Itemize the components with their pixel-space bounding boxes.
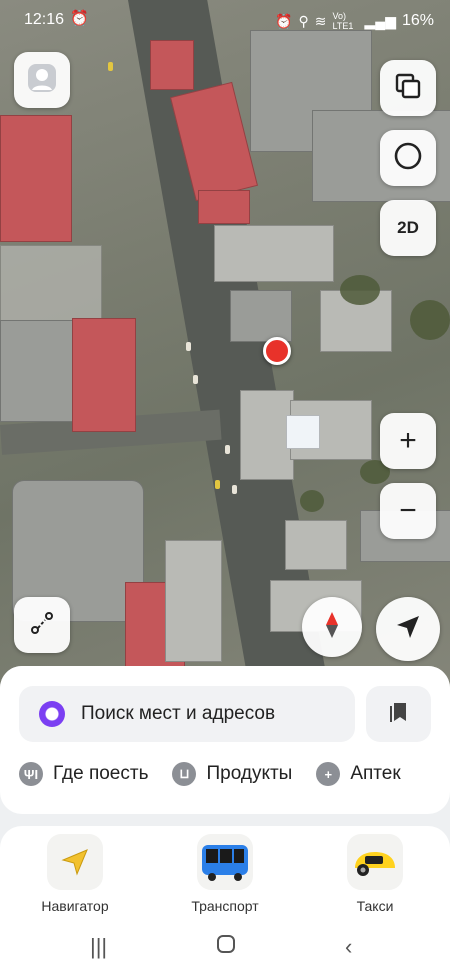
car xyxy=(193,375,198,384)
category-label: Продукты xyxy=(206,763,293,784)
plus-icon: + xyxy=(399,424,417,457)
map-mode-2d-button[interactable]: 2D xyxy=(380,200,436,256)
category-label: Где поесть xyxy=(53,763,149,784)
clock: 12:16 xyxy=(24,11,65,28)
category-food[interactable]: ΨI Где поесть xyxy=(19,762,148,786)
tree xyxy=(340,275,380,305)
status-bar: 12:16 ⏰ ⏰ ⚲ ≋ Vo) LTE1 ▂▄▆ 16% xyxy=(0,0,450,40)
app-transport[interactable]: Транспорт xyxy=(165,834,285,914)
zoom-out-button[interactable]: − xyxy=(380,483,436,539)
location-icon: ⚲ xyxy=(298,12,309,29)
back-icon[interactable]: ‹ xyxy=(345,934,352,960)
car xyxy=(225,445,230,454)
building-white-roof xyxy=(286,415,320,449)
app-label: Навигатор xyxy=(41,898,109,914)
category-label: Аптек xyxy=(350,763,401,784)
status-icons: ⏰ ⚲ ≋ Vo) LTE1 ▂▄▆ 16% xyxy=(275,11,434,31)
bus-icon xyxy=(197,834,253,890)
search-panel: Поиск мест и адресов ΨI Где поесть ⊔ Про… xyxy=(0,666,450,814)
wifi-icon: ≋ xyxy=(314,12,327,29)
building xyxy=(285,520,347,570)
app-navigator[interactable]: Навигатор xyxy=(15,834,135,914)
basket-icon: ⊔ xyxy=(172,762,197,786)
tree xyxy=(300,490,324,512)
app-taxi[interactable]: Такси xyxy=(315,834,435,914)
alarm-icon: ⏰ xyxy=(275,12,293,29)
building xyxy=(230,290,292,342)
building xyxy=(72,318,136,432)
app-label: Транспорт xyxy=(191,898,259,914)
building xyxy=(0,115,72,242)
building xyxy=(0,320,80,422)
profile-button[interactable] xyxy=(14,52,70,108)
recent-apps-icon[interactable]: ||| xyxy=(90,934,107,960)
search-input[interactable]: Поиск мест и адресов xyxy=(19,686,355,742)
home-icon[interactable] xyxy=(216,934,236,960)
location-arrow-icon xyxy=(394,613,422,646)
search-placeholder: Поиск мест и адресов xyxy=(81,703,276,724)
fork-knife-icon: ΨI xyxy=(19,762,43,786)
battery-level: 16% xyxy=(401,12,434,29)
route-squiggle-icon xyxy=(29,610,55,641)
layers-button[interactable] xyxy=(380,60,436,116)
category-groceries[interactable]: ⊔ Продукты xyxy=(172,762,292,786)
ring-icon xyxy=(393,141,423,176)
route-button[interactable] xyxy=(14,597,70,653)
taxi-car-icon xyxy=(347,834,403,890)
my-location-button[interactable] xyxy=(376,597,440,661)
compass-icon xyxy=(321,610,343,645)
building xyxy=(198,190,250,224)
navigator-arrow-icon xyxy=(47,834,103,890)
car xyxy=(232,485,237,494)
car xyxy=(186,342,191,351)
category-pharmacy[interactable]: + Аптек xyxy=(316,762,401,786)
tree xyxy=(410,300,450,340)
layers-icon xyxy=(395,73,421,104)
alarm-icon: ⏰ xyxy=(70,10,89,27)
pharmacy-cross-icon: + xyxy=(316,762,341,786)
building xyxy=(214,225,334,282)
signal-icon: ▂▄▆ xyxy=(364,12,396,29)
location-pin[interactable] xyxy=(263,337,291,365)
category-list: ΨI Где поесть ⊔ Продукты + Аптек xyxy=(19,762,401,786)
building xyxy=(165,540,222,662)
car xyxy=(108,62,113,71)
bookmarks-button[interactable] xyxy=(366,686,431,742)
avatar-icon xyxy=(27,63,57,98)
alice-icon xyxy=(39,701,65,727)
services-row: Навигатор Транспорт Такси xyxy=(0,826,450,926)
app-label: Такси xyxy=(356,898,394,914)
system-navigation-bar: ||| ‹ xyxy=(0,920,450,975)
zoom-in-button[interactable]: + xyxy=(380,413,436,469)
minus-icon: − xyxy=(399,494,417,527)
bookmarks-icon xyxy=(388,701,410,728)
network-label: Vo) LTE1 xyxy=(332,11,354,31)
alice-assistant-button[interactable] xyxy=(380,130,436,186)
map-mode-label: 2D xyxy=(397,218,419,237)
compass-button[interactable] xyxy=(302,597,362,657)
car xyxy=(215,480,220,489)
building xyxy=(0,245,102,327)
building xyxy=(150,40,194,90)
